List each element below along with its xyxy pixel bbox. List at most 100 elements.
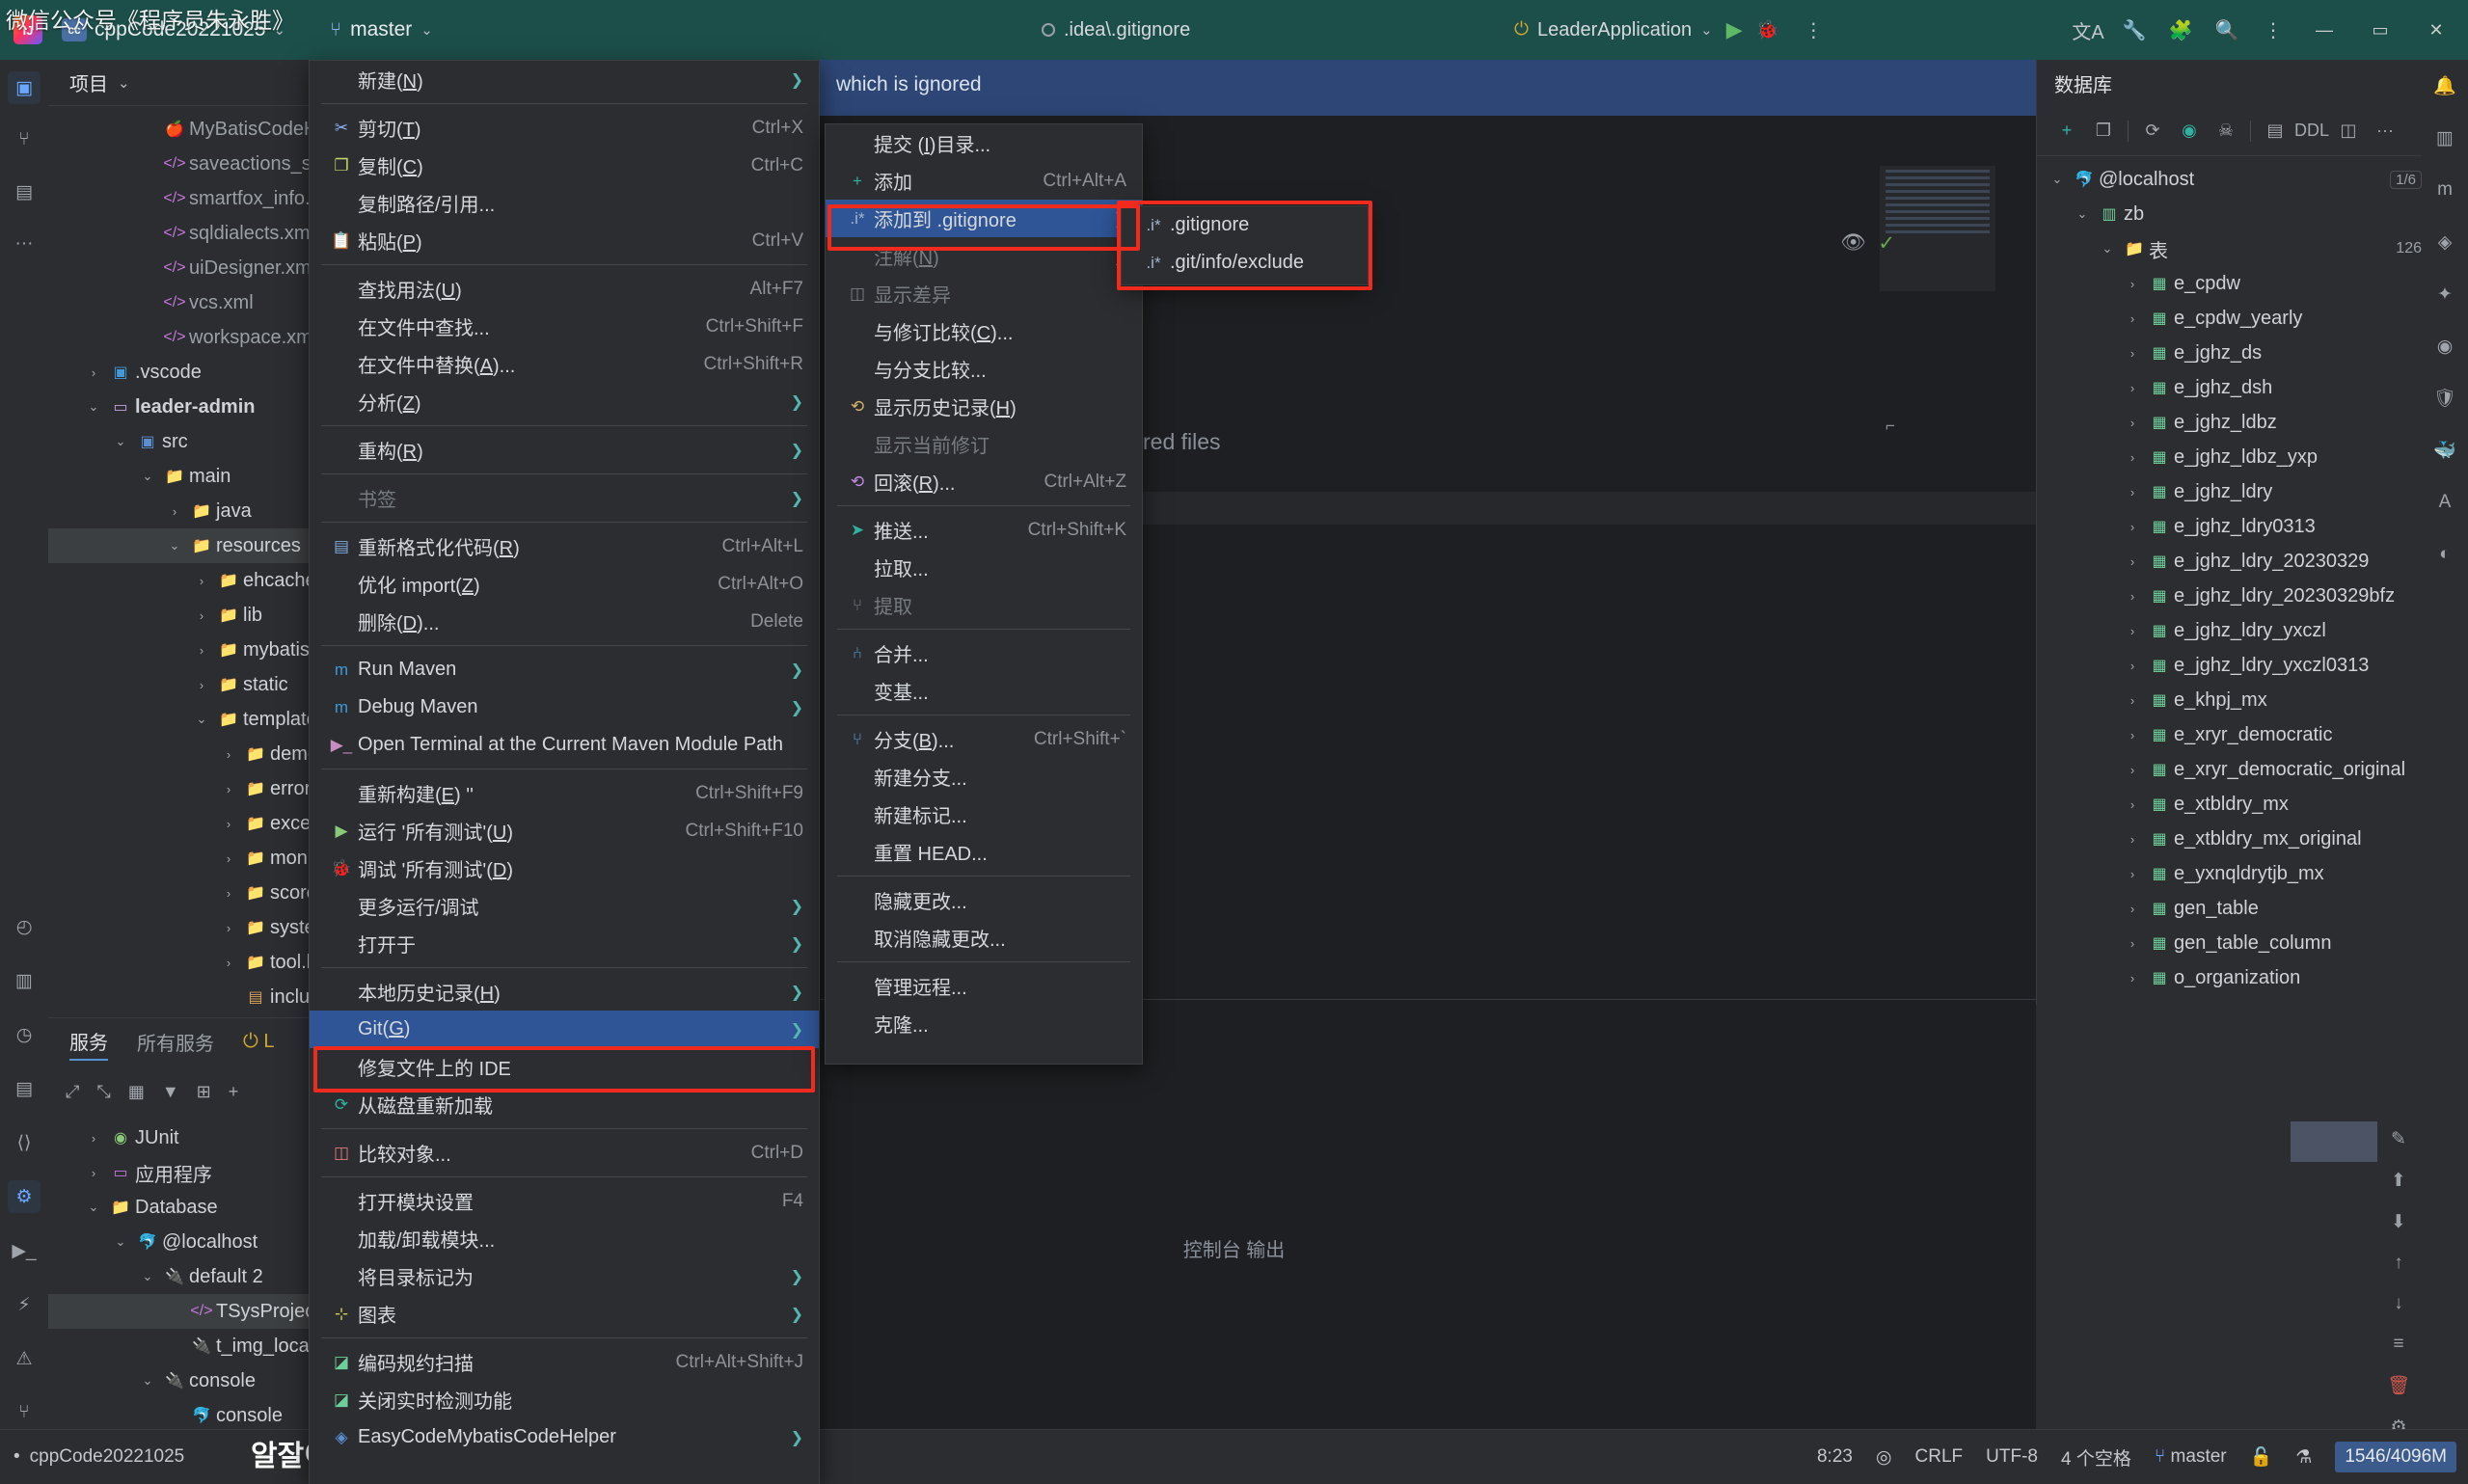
- database-tool[interactable]: ▥: [8, 964, 41, 997]
- menu-item[interactable]: ⑃合并...: [826, 634, 1142, 672]
- hide-icon[interactable]: 👁: [1840, 231, 1866, 255]
- tree-row[interactable]: ›▦e_jghz_ldry: [2037, 474, 2422, 509]
- menu-item[interactable]: ◈EasyCodeMybatisCodeHelper❯: [310, 1418, 819, 1456]
- menu-item[interactable]: 与修订比较(C)...: [826, 312, 1142, 350]
- expand-arrow-icon[interactable]: ›: [2120, 728, 2145, 742]
- database-icon[interactable]: ▥: [2428, 121, 2461, 154]
- filter-icon[interactable]: ▼: [162, 1082, 179, 1102]
- menu-item[interactable]: ⟲回滚(R)...Ctrl+Alt+Z: [826, 463, 1142, 500]
- expand-arrow-icon[interactable]: ›: [2120, 277, 2145, 291]
- menu-item[interactable]: 新建(N)❯: [310, 61, 819, 98]
- menu-item[interactable]: 克隆...: [826, 1005, 1142, 1042]
- menu-item[interactable]: 打开模块设置F4: [310, 1182, 819, 1220]
- kill-query-icon[interactable]: ☠: [2208, 113, 2244, 149]
- debug-button[interactable]: 🐞: [1756, 18, 1779, 41]
- menu-item[interactable]: Git(G)❯: [310, 1011, 819, 1048]
- tree-row[interactable]: ›▦e_yxnqldrytjb_mx: [2037, 856, 2422, 891]
- expand-arrow-icon[interactable]: ›: [216, 747, 241, 762]
- edit-icon[interactable]: ✎: [2391, 1128, 2406, 1150]
- menu-item[interactable]: ⟲显示历史记录(H): [826, 388, 1142, 425]
- expand-arrow-icon[interactable]: ⌄: [108, 434, 133, 449]
- menu-item[interactable]: 新建分支...: [826, 758, 1142, 796]
- menu-item[interactable]: 书签❯: [310, 479, 819, 517]
- profiler-tool[interactable]: ⚡: [8, 1288, 41, 1321]
- expand-arrow-icon[interactable]: ›: [216, 851, 241, 866]
- ddl-button[interactable]: DDL: [2293, 113, 2330, 149]
- tree-row[interactable]: ⌄▥zb: [2037, 197, 2422, 231]
- menu-item[interactable]: ➤推送...Ctrl+Shift+K: [826, 511, 1142, 549]
- problems-tool[interactable]: ⚠: [8, 1342, 41, 1375]
- menu-item[interactable]: 将目录标记为❯: [310, 1257, 819, 1295]
- services-tab-服务[interactable]: 服务: [69, 1027, 108, 1061]
- menu-item[interactable]: 打开于❯: [310, 925, 819, 962]
- compare-icon[interactable]: ◫: [2330, 113, 2367, 149]
- branch-selector[interactable]: ⑂ master ⌄: [330, 18, 433, 41]
- menu-item[interactable]: 更多运行/调试❯: [310, 887, 819, 925]
- menu-item[interactable]: 📋粘贴(P)Ctrl+V: [310, 222, 819, 259]
- services-tool[interactable]: ▤: [8, 1072, 41, 1105]
- menu-item[interactable]: 隐藏更改...: [826, 881, 1142, 919]
- chevron-down-icon[interactable]: ⌄: [118, 74, 130, 92]
- expand-arrow-icon[interactable]: ⌄: [81, 1200, 106, 1215]
- arrow-down-bold-icon[interactable]: ⬇: [2391, 1211, 2406, 1233]
- menu-item[interactable]: 显示当前修订: [826, 425, 1142, 463]
- expand-arrow-icon[interactable]: ›: [2120, 659, 2145, 673]
- time-tracking[interactable]: ◴: [8, 910, 41, 943]
- expand-arrow-icon[interactable]: ⌄: [2095, 241, 2120, 256]
- expand-arrow-icon[interactable]: ›: [216, 921, 241, 935]
- main-menu-icon[interactable]: ⋮: [2252, 9, 2294, 51]
- menu-item[interactable]: 拉取...: [826, 549, 1142, 586]
- menu-item[interactable]: 注解(N)❯: [826, 237, 1142, 275]
- menu-item[interactable]: .i*.git/info/exclude: [1122, 244, 1368, 282]
- tree-row[interactable]: ⌄🐬@localhost1/6: [2037, 162, 2422, 197]
- expand-arrow-icon[interactable]: ›: [2120, 311, 2145, 326]
- expand-arrow-icon[interactable]: ›: [2120, 832, 2145, 847]
- expand-arrow-icon[interactable]: ›: [2120, 554, 2145, 569]
- expand-arrow-icon[interactable]: ⌄: [135, 469, 160, 484]
- menu-item[interactable]: mDebug Maven❯: [310, 688, 819, 726]
- expand-arrow-icon[interactable]: ›: [2120, 589, 2145, 604]
- tree-row[interactable]: ›▦e_cpdw: [2037, 266, 2422, 301]
- tree-row[interactable]: ›▦e_jghz_ldry_20230329bfz: [2037, 579, 2422, 613]
- arrow-up-icon[interactable]: ↑: [2394, 1253, 2403, 1274]
- minimize-button[interactable]: —: [2298, 0, 2350, 60]
- security-icon[interactable]: 🛡: [2428, 382, 2461, 415]
- tree-row[interactable]: ›▦e_jghz_ldry_20230329: [2037, 544, 2422, 579]
- leetcode-icon[interactable]: ◉: [2428, 330, 2461, 363]
- more-run-options-icon[interactable]: ⋮: [1792, 9, 1834, 51]
- apifox-icon[interactable]: A: [2428, 486, 2461, 519]
- expand-arrow-icon[interactable]: ›: [2120, 416, 2145, 430]
- memory-indicator[interactable]: 1546/4096M: [2335, 1442, 2456, 1472]
- menu-item[interactable]: ▶运行 '所有测试'(U)Ctrl+Shift+F10: [310, 812, 819, 850]
- expand-arrow-icon[interactable]: ›: [189, 574, 214, 588]
- menu-item[interactable]: ▶_Open Terminal at the Current Maven Mod…: [310, 726, 819, 764]
- menu-item[interactable]: 🐞调试 '所有测试'(D): [310, 850, 819, 887]
- expand-arrow-icon[interactable]: ›: [2120, 797, 2145, 812]
- add-icon[interactable]: +: [229, 1082, 239, 1102]
- modify-table-icon[interactable]: ▤: [2257, 113, 2293, 149]
- menu-item[interactable]: 查找用法(U)Alt+F7: [310, 270, 819, 308]
- inspection-icon[interactable]: ⚗: [2295, 1446, 2312, 1469]
- menu-item[interactable]: 修复文件上的 IDE: [310, 1048, 819, 1086]
- expand-arrow-icon[interactable]: ›: [2120, 381, 2145, 395]
- menu-item[interactable]: ⑂提取: [826, 586, 1142, 624]
- menu-item[interactable]: 在文件中查找...Ctrl+Shift+F: [310, 308, 819, 345]
- ai-assistant-icon[interactable]: ✦: [2428, 278, 2461, 310]
- expand-arrow-icon[interactable]: ⌄: [135, 1269, 160, 1284]
- arrow-up-bold-icon[interactable]: ⬆: [2391, 1170, 2406, 1192]
- expand-arrow-icon[interactable]: ›: [189, 608, 214, 623]
- search-icon[interactable]: 🔍: [2206, 9, 2248, 51]
- expand-arrow-icon[interactable]: ›: [2120, 485, 2145, 499]
- expand-arrow-icon[interactable]: ⌄: [2070, 206, 2095, 222]
- expand-arrow-icon[interactable]: ›: [2120, 971, 2145, 985]
- refresh-icon[interactable]: ⟳: [2134, 113, 2171, 149]
- menu-item[interactable]: 重置 HEAD...: [826, 833, 1142, 871]
- menu-item[interactable]: 复制路径/引用...: [310, 184, 819, 222]
- tree-row[interactable]: ›▦e_jghz_ldry_yxczl: [2037, 613, 2422, 648]
- wrap-icon[interactable]: ≡: [2393, 1334, 2403, 1355]
- tree-row[interactable]: ›▦e_xtbldry_mx: [2037, 787, 2422, 822]
- tree-row[interactable]: ›▦gen_table: [2037, 891, 2422, 926]
- menu-item[interactable]: .i*.gitignore: [1122, 206, 1368, 244]
- docker-icon[interactable]: 🐳: [2428, 434, 2461, 467]
- expand-arrow-icon[interactable]: ›: [2120, 936, 2145, 951]
